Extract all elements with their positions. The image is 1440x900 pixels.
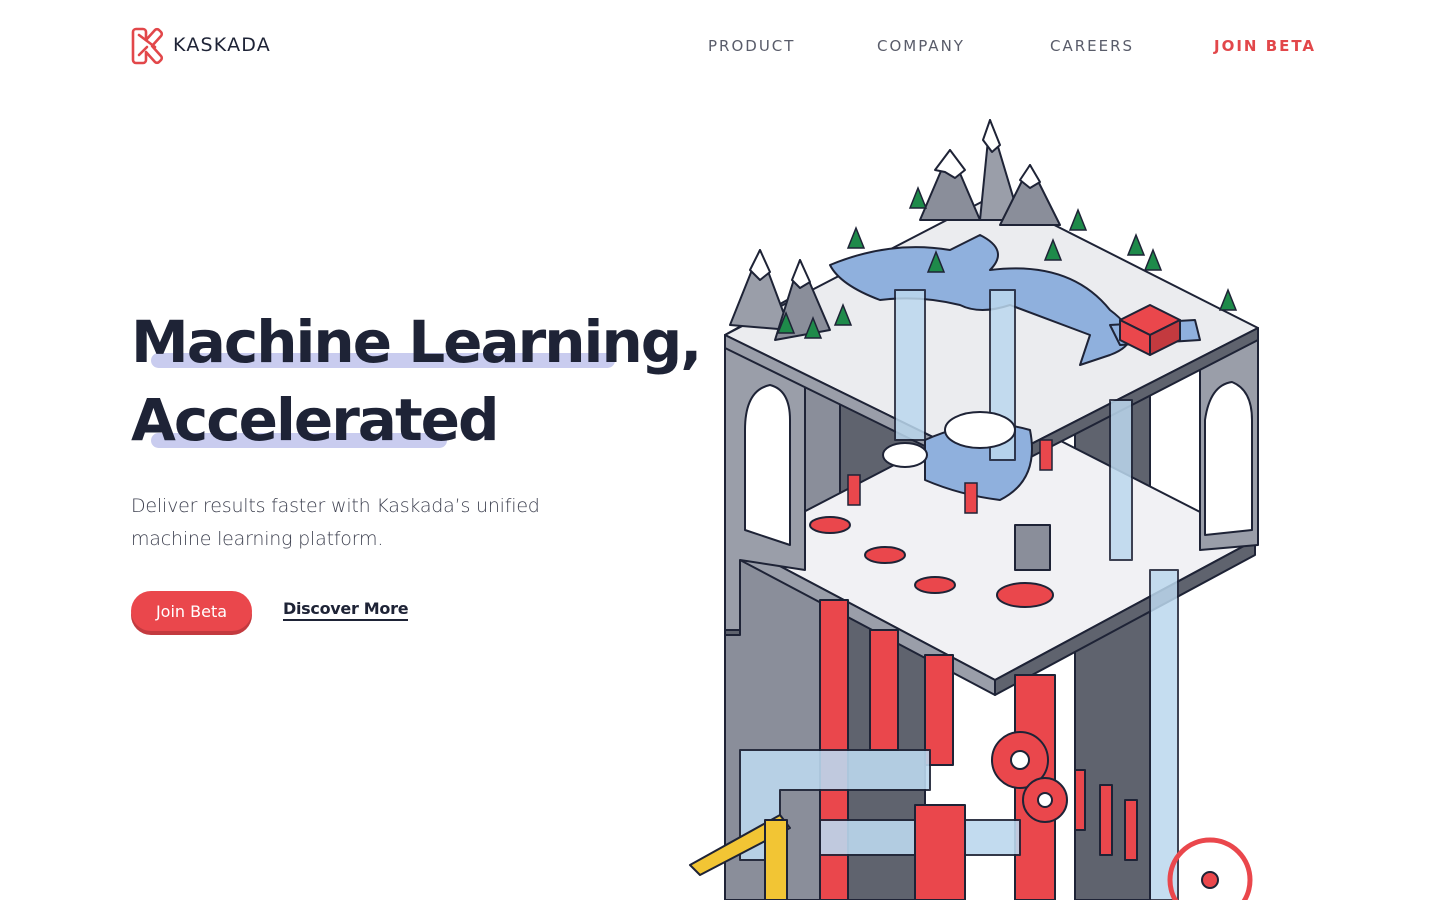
site-header: KASKADA PRODUCT COMPANY CAREERS JOIN BET… xyxy=(0,0,1440,92)
hero-subtitle-line-1: Deliver results faster with Kaskada’s un… xyxy=(131,495,540,517)
hero-title: Machine Learning, Accelerated xyxy=(131,303,702,459)
nav-product[interactable]: PRODUCT xyxy=(708,37,795,55)
hero-subtitle: Deliver results faster with Kaskada’s un… xyxy=(131,490,551,556)
main-nav: PRODUCT COMPANY CAREERS JOIN BETA xyxy=(0,37,1440,57)
isometric-factory-illustration xyxy=(689,119,1259,900)
join-beta-button[interactable]: Join Beta xyxy=(131,591,252,631)
hero-title-line-2: Accelerated xyxy=(131,386,500,454)
nav-company[interactable]: COMPANY xyxy=(877,37,965,55)
hero-title-line-1: Machine Learning, xyxy=(131,308,702,376)
discover-more-link[interactable]: Discover More xyxy=(283,599,409,621)
hero-subtitle-line-2: machine learning platform. xyxy=(131,528,384,550)
nav-join-beta[interactable]: JOIN BETA xyxy=(1214,37,1316,55)
nav-careers[interactable]: CAREERS xyxy=(1050,37,1134,55)
